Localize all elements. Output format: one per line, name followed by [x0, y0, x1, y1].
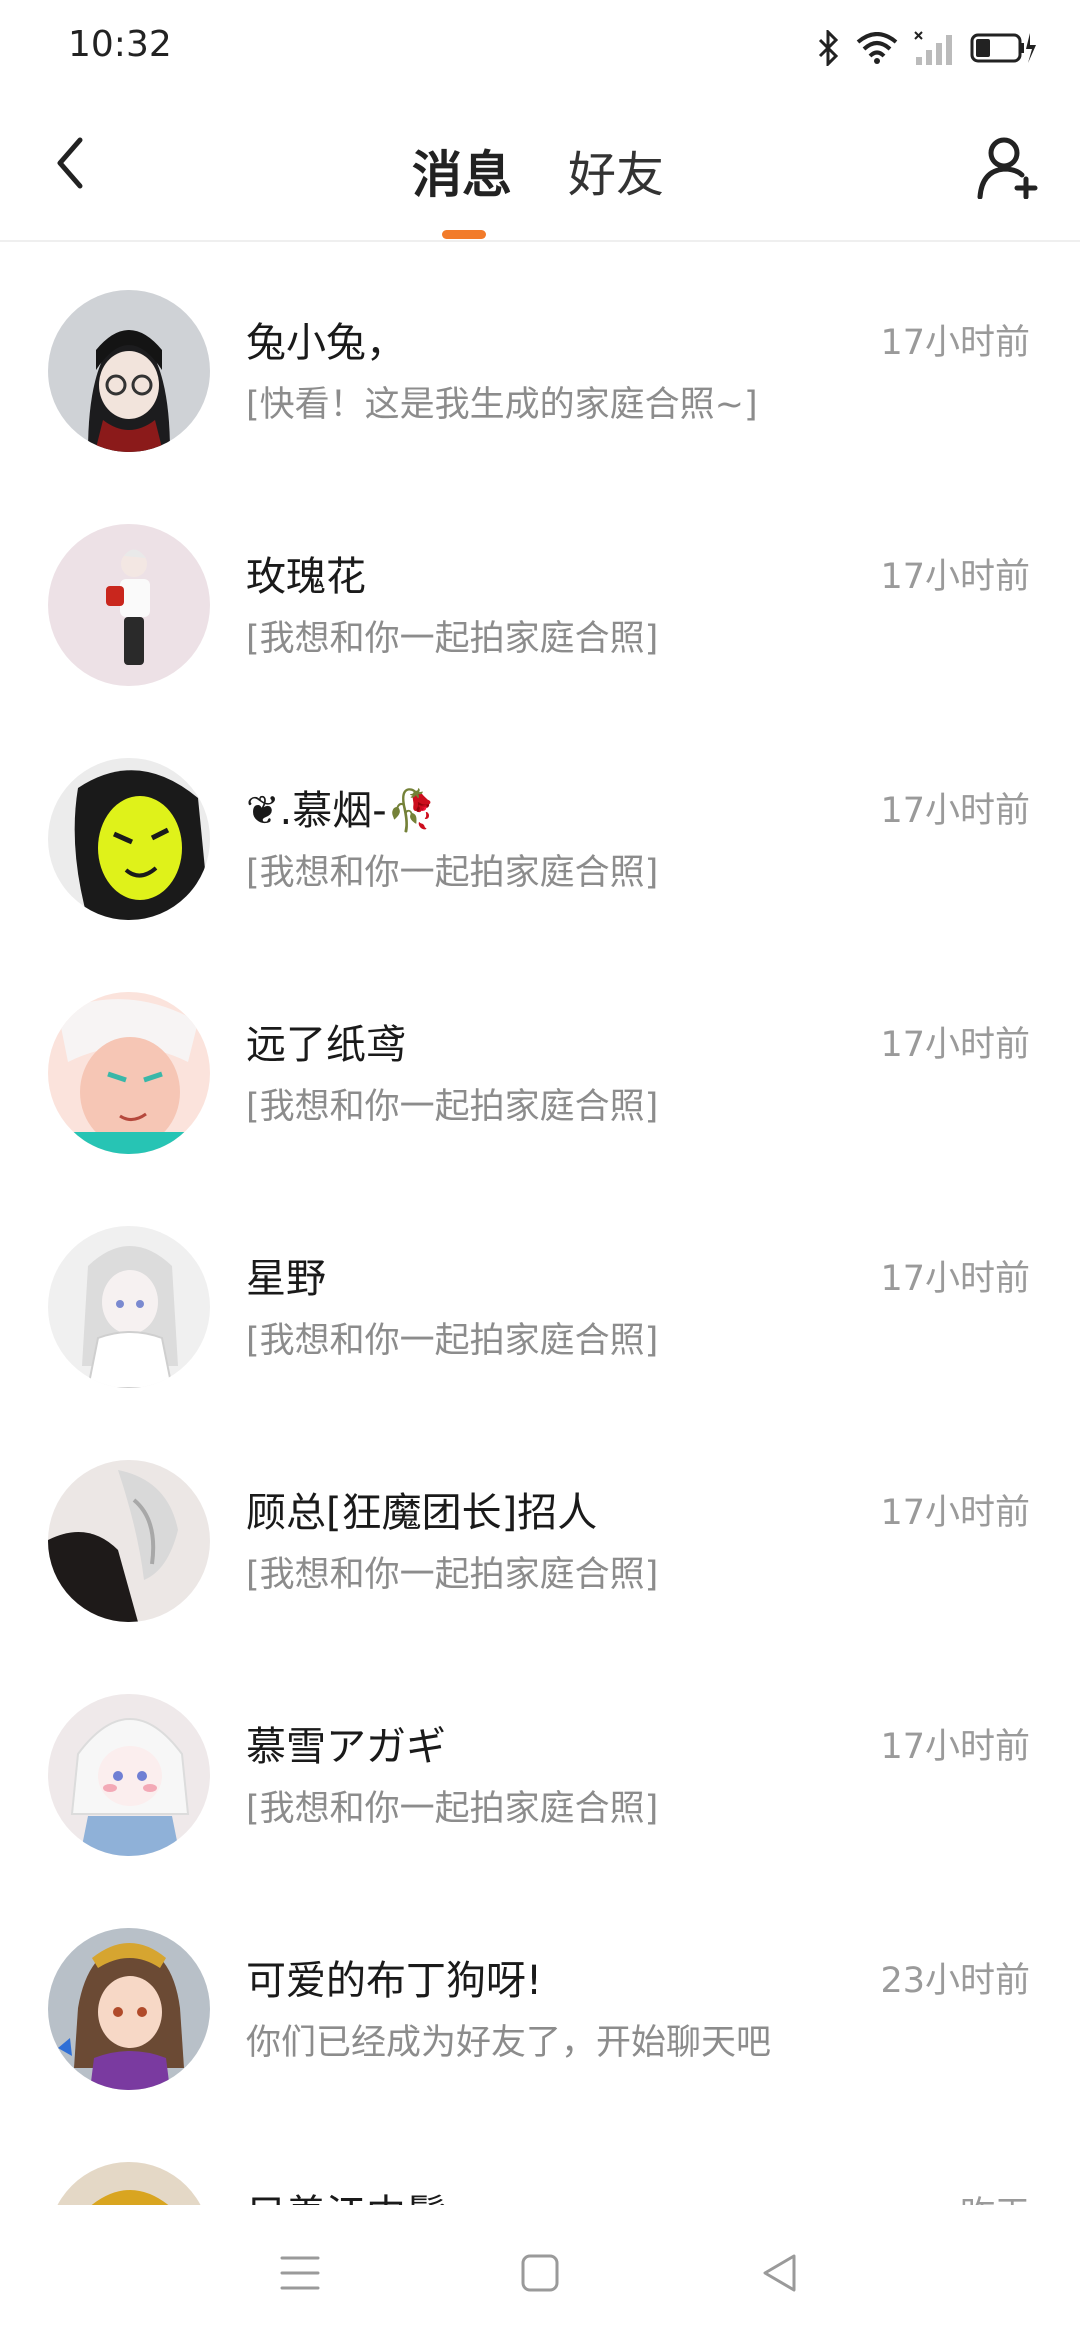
back-icon: [763, 2254, 796, 2291]
avatar[interactable]: [48, 524, 210, 686]
system-nav-bar: [0, 2205, 1080, 2340]
battery-icon: [970, 33, 1036, 63]
conversation-preview: [我想和你一起拍家庭合照]: [246, 619, 659, 659]
conversation-time: 23小时前: [880, 1961, 1030, 2001]
avatar[interactable]: [48, 1694, 210, 1856]
avatar[interactable]: [48, 1460, 210, 1622]
conversation-time: 昨天: [960, 2186, 1030, 2205]
status-bar: 10:32: [0, 0, 1080, 95]
conversation-item[interactable]: 可爱的布丁狗呀! 你们已经成为好友了，开始聊天吧 23小时前: [0, 1878, 1080, 2112]
home-icon: [521, 2254, 559, 2291]
conversation-name: 慕雪アガギ: [246, 1724, 446, 1770]
add-friend-icon: [977, 137, 1038, 200]
avatar-image: [48, 1928, 210, 2090]
conversation-item[interactable]: 星野 [我想和你一起拍家庭合照] 17小时前: [0, 1176, 1080, 1410]
back-button[interactable]: [40, 133, 100, 193]
conversation-preview: [我想和你一起拍家庭合照]: [246, 853, 659, 893]
avatar[interactable]: [48, 992, 210, 1154]
avatar-image: [48, 524, 210, 686]
conversation-item[interactable]: 玫瑰花 [我想和你一起拍家庭合照] 17小时前: [0, 474, 1080, 708]
conversation-time: 17小时前: [880, 557, 1030, 597]
conversation-item[interactable]: ❦.慕烟-🥀 [我想和你一起拍家庭合照] 17小时前: [0, 708, 1080, 942]
conversation-name: 顾总[狂魔团长]招人: [246, 1490, 598, 1536]
avatar[interactable]: [48, 2162, 210, 2205]
home-button[interactable]: [510, 2243, 570, 2303]
conversation-name: 兔小兔，: [246, 320, 406, 366]
tab-friends[interactable]: 好友: [568, 135, 664, 205]
avatar-image: [48, 758, 210, 920]
conversation-preview: [快看！这是我生成的家庭合照~]: [246, 385, 758, 425]
avatar-image: [48, 1460, 210, 1622]
conversation-time: 17小时前: [880, 323, 1030, 363]
conversation-time: 17小时前: [880, 1727, 1030, 1767]
status-icons: [816, 26, 1036, 70]
avatar[interactable]: [48, 1928, 210, 2090]
conversation-name: 玫瑰花: [246, 554, 366, 600]
menu-icon: [280, 2256, 320, 2289]
tab-messages[interactable]: 消息: [412, 135, 512, 207]
avatar[interactable]: [48, 1226, 210, 1388]
conversation-time: 17小时前: [880, 1025, 1030, 1065]
status-time: 10:32: [68, 24, 172, 65]
conversation-name: 只善江中鬓: [246, 2182, 446, 2205]
conversation-item[interactable]: 远了纸鸢 [我想和你一起拍家庭合照] 17小时前: [0, 942, 1080, 1176]
back-arrow-icon: [57, 137, 83, 189]
conversation-name: 星野: [246, 1256, 326, 1302]
conversation-item[interactable]: 兔小兔， [快看！这是我生成的家庭合照~] 17小时前: [0, 240, 1080, 474]
header: 消息 好友: [0, 95, 1080, 242]
bluetooth-icon: [818, 30, 839, 66]
recent-apps-button[interactable]: [270, 2243, 330, 2303]
conversation-name: 远了纸鸢: [246, 1022, 406, 1068]
wifi-icon: [856, 32, 898, 64]
active-tab-indicator: [442, 230, 486, 239]
avatar-image: [48, 1226, 210, 1388]
conversation-preview: 你们已经成为好友了，开始聊天吧: [246, 2023, 772, 2063]
avatar-image: [48, 2162, 210, 2205]
conversation-item[interactable]: 慕雪アガギ [我想和你一起拍家庭合照] 17小时前: [0, 1644, 1080, 1878]
conversation-preview: [我想和你一起拍家庭合照]: [246, 1321, 659, 1361]
conversation-item[interactable]: 只善江中鬓 昨天: [0, 2112, 1080, 2205]
conversation-name: ❦.慕烟-🥀: [246, 788, 437, 834]
system-back-button[interactable]: [750, 2243, 810, 2303]
conversation-time: 17小时前: [880, 1259, 1030, 1299]
conversation-item[interactable]: 顾总[狂魔团长]招人 [我想和你一起拍家庭合照] 17小时前: [0, 1410, 1080, 1644]
conversation-name: 可爱的布丁狗呀!: [246, 1958, 543, 2004]
conversation-list: 兔小兔， [快看！这是我生成的家庭合照~] 17小时前 玫瑰花 [我想和你一起拍…: [0, 240, 1080, 2205]
conversation-preview: [我想和你一起拍家庭合照]: [246, 1789, 659, 1829]
signal-icon: [914, 31, 952, 65]
conversation-time: 17小时前: [880, 791, 1030, 831]
avatar-image: [48, 290, 210, 452]
add-friend-button[interactable]: [976, 135, 1040, 200]
avatar-image: [48, 1694, 210, 1856]
conversation-preview: [我想和你一起拍家庭合照]: [246, 1555, 659, 1595]
conversation-time: 17小时前: [880, 1493, 1030, 1533]
avatar-image: [48, 992, 210, 1154]
conversation-preview: [我想和你一起拍家庭合照]: [246, 1087, 659, 1127]
avatar[interactable]: [48, 290, 210, 452]
avatar[interactable]: [48, 758, 210, 920]
